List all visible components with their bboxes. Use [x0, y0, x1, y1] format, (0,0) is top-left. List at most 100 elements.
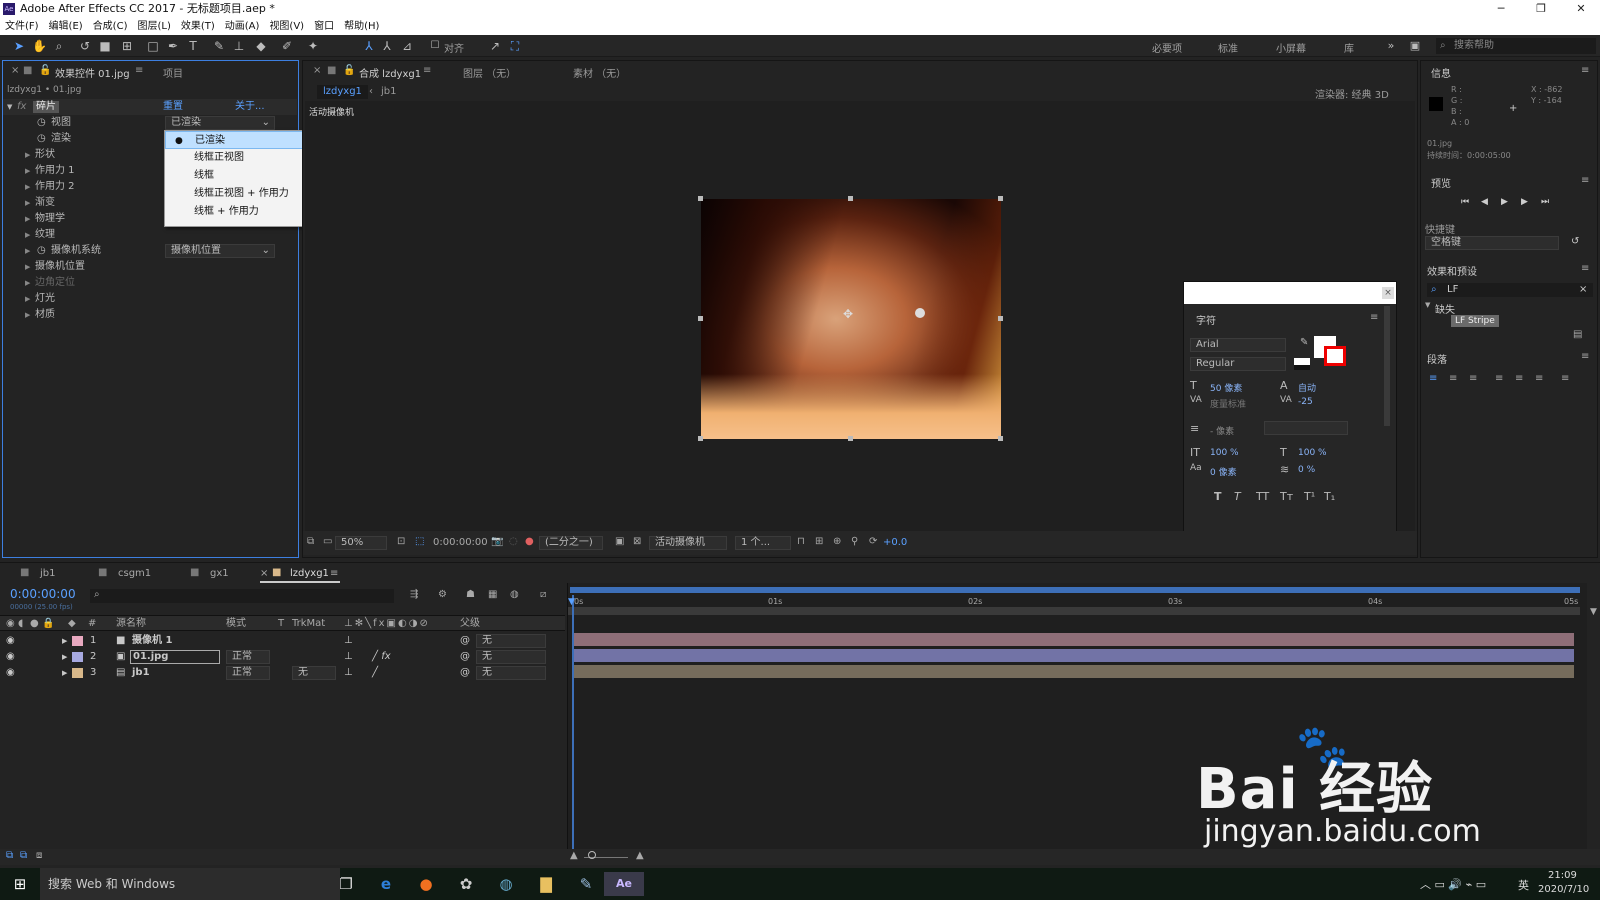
local-axis-icon[interactable]: ⅄	[362, 39, 376, 53]
puppet-tool-icon[interactable]: ✦	[306, 39, 320, 53]
prop-row[interactable]: ▶ 边角定位	[3, 275, 297, 291]
clock-date[interactable]: 2020/7/10	[1538, 884, 1589, 895]
mode-dropdown[interactable]: 正常	[226, 666, 270, 680]
layer-row[interactable]: ◉ ▶ 3 ▤ jb1 正常 无 ⊥ ╱ @ 无	[0, 665, 565, 681]
col-trkmat[interactable]: TrkMat	[292, 616, 325, 632]
anchor-point-icon[interactable]: ✥	[843, 307, 853, 321]
zoom-slider-thumb[interactable]	[588, 851, 596, 859]
roto-brush-tool-icon[interactable]: ✐	[280, 39, 294, 53]
transform-handle[interactable]	[698, 196, 703, 201]
prop-row[interactable]: ▶ 材质	[3, 307, 297, 323]
zoom-in-icon[interactable]: ▲	[636, 850, 644, 861]
selection-tool-icon[interactable]: ➤	[12, 39, 26, 53]
timeline-tab-gx1[interactable]: gx1	[210, 568, 229, 579]
task-view-icon[interactable]: ❐	[326, 872, 366, 896]
menu-layer[interactable]: 图层(L)	[132, 18, 175, 35]
shy-layers-icon[interactable]: ☗	[466, 589, 475, 600]
panel-menu-icon[interactable]: ≡	[1370, 312, 1378, 323]
hand-tool-icon[interactable]: ✋	[32, 39, 47, 53]
stroke-color-swatch[interactable]	[1324, 346, 1346, 366]
kerning-value[interactable]: 度量标准	[1210, 397, 1246, 410]
close-button[interactable]: ✕	[1564, 0, 1598, 18]
camera-system-dropdown[interactable]: 摄像机位置 ⌄	[165, 244, 275, 258]
floating-panel-titlebar[interactable]	[1184, 282, 1396, 304]
transform-handle[interactable]	[698, 316, 703, 321]
frame-blending-icon[interactable]: ▦	[488, 589, 497, 600]
close-tab-icon[interactable]: ×	[313, 65, 321, 76]
clone-stamp-tool-icon[interactable]: ⊥	[232, 39, 246, 53]
rectangle-tool-icon[interactable]: □	[146, 39, 160, 53]
snapshot-icon[interactable]: 📷	[491, 536, 503, 547]
comp-mini-flowchart-icon[interactable]: ⇶	[410, 589, 418, 600]
lock-icon[interactable]: 🔓	[39, 65, 51, 76]
app-icon[interactable]: ✿	[446, 872, 486, 896]
parent-dropdown[interactable]: 无	[476, 666, 546, 680]
lock-icon[interactable]: 🔓	[343, 65, 355, 76]
transform-handle[interactable]	[998, 196, 1003, 201]
eyedropper-icon[interactable]: ✎	[1300, 337, 1308, 348]
file-explorer-icon[interactable]: ▇	[526, 872, 566, 896]
zoom-out-icon[interactable]: ▲	[570, 850, 578, 861]
panel-menu-icon[interactable]: ≡	[423, 65, 431, 76]
missing-group[interactable]: 缺失	[1435, 301, 1455, 316]
type-tool-icon[interactable]: T	[186, 39, 200, 53]
monitor-icon[interactable]: ▭	[323, 536, 332, 547]
more-workspaces-icon[interactable]: »	[1384, 39, 1398, 53]
transform-handle[interactable]	[998, 436, 1003, 441]
parent-dropdown[interactable]: 无	[476, 650, 546, 664]
menu-effect[interactable]: 效果(T)	[176, 18, 220, 35]
prop-row[interactable]: ▶ 纹理	[3, 227, 297, 243]
rotate-tool-icon[interactable]: ↺	[78, 39, 92, 53]
exposure-icon[interactable]: ⟳	[869, 536, 877, 547]
leading-value[interactable]: 自动	[1298, 381, 1316, 394]
tracking-value[interactable]: -25	[1298, 397, 1313, 407]
close-tab-icon[interactable]: ×	[11, 65, 19, 76]
timeline-tab-lzdyxg1[interactable]: lzdyxg1	[290, 568, 329, 579]
fit-icon[interactable]: ⊡	[397, 536, 405, 547]
timeline-tab-csgm1[interactable]: csgm1	[118, 568, 151, 579]
stopwatch-icon[interactable]: ◷	[37, 131, 46, 147]
ime-indicator[interactable]: 英	[1518, 877, 1529, 893]
firefox-icon[interactable]: ●	[406, 872, 446, 896]
panel-menu-icon[interactable]: ≡	[1581, 65, 1589, 76]
tab-footage[interactable]: 素材 （无）	[573, 65, 626, 80]
panel-menu-icon[interactable]: ≡	[1581, 175, 1589, 186]
layer-row[interactable]: ◉ ▶ 1 ■ 摄像机 1 ⊥ @ 无	[0, 633, 565, 649]
align-left-icon[interactable]: ≡	[1429, 373, 1437, 384]
transform-handle[interactable]	[698, 436, 703, 441]
toggle-3d-icon[interactable]: ⊓	[797, 536, 805, 547]
view-dropdown[interactable]: 已渲染 ⌄	[165, 116, 275, 130]
world-axis-icon[interactable]: ⅄	[380, 39, 394, 53]
camera-view-dropdown[interactable]: 活动摄像机	[649, 536, 727, 550]
prev-frame-icon[interactable]: ◀	[1481, 197, 1488, 207]
workspace-essentials[interactable]: 必要项	[1152, 40, 1182, 55]
superscript-button[interactable]: T¹	[1304, 490, 1315, 503]
time-navigator[interactable]	[568, 607, 1580, 615]
play-icon[interactable]: ▶	[1501, 197, 1508, 207]
brush-tool-icon[interactable]: ✎	[212, 39, 226, 53]
breadcrumb-precomp[interactable]: jb1	[381, 86, 397, 97]
draft-3d-icon[interactable]: ⚙	[438, 589, 447, 600]
playhead[interactable]	[572, 595, 574, 865]
motion-blur-icon[interactable]: ◍	[510, 589, 519, 600]
graph-editor-icon[interactable]: ⧄	[540, 589, 546, 600]
about-link[interactable]: 关于...	[235, 99, 265, 115]
align-right-icon[interactable]: ≡	[1469, 373, 1477, 384]
faux-italic-button[interactable]: T	[1234, 490, 1241, 503]
first-frame-icon[interactable]: ⏮	[1461, 197, 1469, 207]
col-source-name[interactable]: 源名称	[116, 616, 146, 632]
baseline-shift-value[interactable]: 0 像素	[1210, 465, 1237, 478]
pan-behind-tool-icon[interactable]: ⊞	[120, 39, 134, 53]
panel-menu-icon[interactable]: ≡	[1581, 263, 1589, 274]
show-snapshot-icon[interactable]: ◌	[509, 536, 518, 547]
transform-handle[interactable]	[848, 436, 853, 441]
fast-preview-icon[interactable]: ⊕	[833, 536, 841, 547]
new-folder-icon[interactable]: ▤	[1573, 329, 1582, 340]
effect-name[interactable]: 碎片	[33, 101, 59, 113]
faux-bold-button[interactable]: T	[1214, 490, 1222, 503]
toggle-switches-icon[interactable]: ⧉	[6, 850, 13, 861]
panel-menu-icon[interactable]: ≡	[135, 65, 143, 76]
transform-handle[interactable]	[998, 316, 1003, 321]
close-icon[interactable]: ×	[1382, 287, 1394, 299]
layer-track[interactable]	[574, 633, 1574, 646]
